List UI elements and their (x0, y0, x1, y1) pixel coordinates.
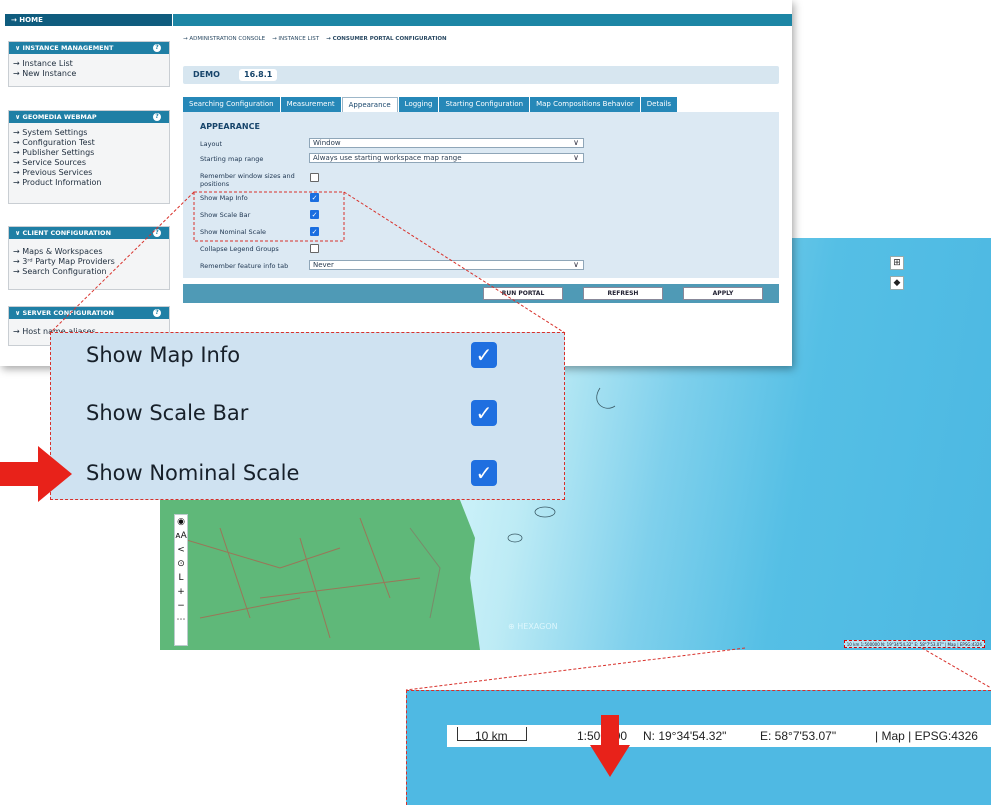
red-arrow-right-icon (0, 446, 72, 502)
zoom-nominal-scale-check-icon: ✓ (471, 460, 497, 486)
zoom-callout-checkboxes: Show Map Info ✓ Show Scale Bar ✓ Show No… (50, 332, 565, 500)
zoom-callout-status-bar: 10 km 1:500000 N: 19°34'54.32" E: 58°7'5… (406, 690, 991, 805)
red-arrow-down-icon (590, 715, 630, 777)
zoom-map-info-label: Show Map Info (86, 343, 241, 367)
zoom-scale-bar-check-icon: ✓ (471, 400, 497, 426)
zoom-map-info-check-icon: ✓ (471, 342, 497, 368)
map-status-bar: 10 km 1:500000 N: 19°34'54.32" E: 58°7'5… (447, 725, 991, 747)
east-coordinate: E: 58°7'53.07" (760, 729, 837, 743)
north-coordinate: N: 19°34'54.32" (643, 729, 727, 743)
zoom-nominal-scale-label: Show Nominal Scale (86, 461, 300, 485)
crs-label: | Map | EPSG:4326 (875, 729, 978, 743)
scale-bar-text: 10 km (475, 729, 508, 743)
zoom-scale-bar-label: Show Scale Bar (86, 401, 249, 425)
